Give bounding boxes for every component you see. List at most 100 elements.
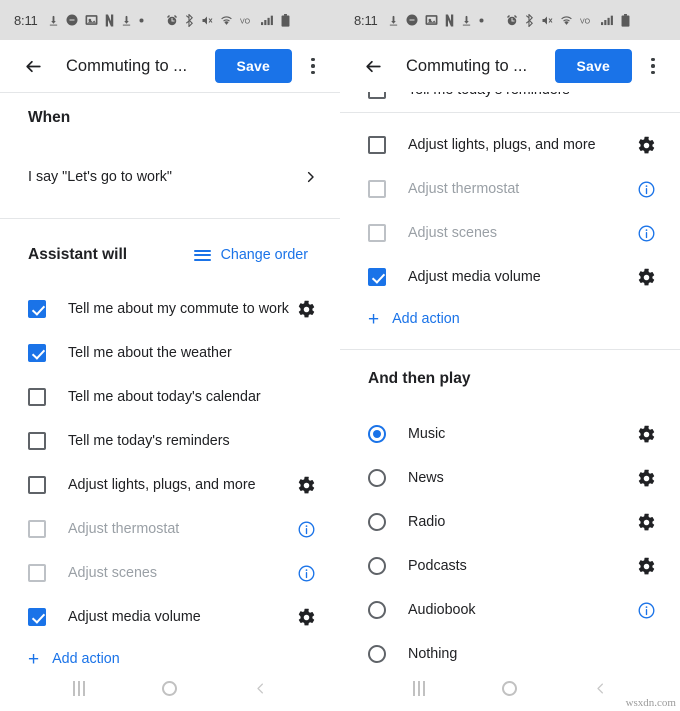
svg-text:VO: VO	[580, 18, 591, 25]
play-option-row[interactable]: Audiobook	[340, 588, 680, 632]
wifi-icon	[560, 14, 573, 27]
reorder-icon	[193, 249, 211, 261]
action-row[interactable]: Adjust scenes	[340, 211, 680, 255]
save-button[interactable]: Save	[214, 49, 292, 83]
alarm-icon	[506, 14, 518, 27]
action-label: Adjust thermostat	[68, 521, 180, 537]
play-option-radio[interactable]	[368, 557, 386, 575]
gear-icon[interactable]	[634, 466, 658, 490]
action-checkbox[interactable]	[28, 476, 46, 494]
bluetooth-icon	[185, 13, 194, 27]
action-checkbox[interactable]	[28, 344, 46, 362]
info-icon[interactable]	[634, 598, 658, 622]
add-action-label: Add action	[392, 311, 460, 327]
right-content: Tell me today's reminders Adjust lights,…	[340, 92, 680, 676]
play-option-label: Audiobook	[408, 602, 476, 618]
svg-text:VO: VO	[240, 18, 251, 25]
action-row[interactable]: Tell me about my commute to work	[0, 287, 340, 331]
download-icon	[48, 14, 59, 27]
gear-icon[interactable]	[294, 473, 318, 497]
action-row[interactable]: Adjust thermostat	[340, 167, 680, 211]
gear-icon[interactable]	[634, 133, 658, 157]
right-phone-screen: 8:11 VO Commuting to ... Save Adjust lig…	[340, 0, 680, 711]
add-action-button[interactable]: + Add action	[340, 299, 680, 339]
action-checkbox[interactable]	[28, 432, 46, 450]
status-bar-left: 8:11 VO	[0, 0, 340, 40]
back-arrow-icon[interactable]	[358, 51, 388, 81]
action-row[interactable]: Tell me today's reminders	[340, 92, 680, 112]
info-icon[interactable]	[634, 177, 658, 201]
info-icon[interactable]	[634, 221, 658, 245]
vowifi-icon: VO	[240, 15, 254, 26]
play-option-label: Radio	[408, 514, 446, 530]
action-checkbox[interactable]	[28, 608, 46, 626]
home-button[interactable]	[148, 673, 192, 703]
action-row[interactable]: Adjust lights, plugs, and more	[0, 463, 340, 507]
more-options-icon[interactable]	[298, 49, 328, 83]
action-label: Adjust scenes	[68, 565, 158, 581]
action-row[interactable]: Adjust scenes	[0, 551, 340, 595]
chat-icon	[406, 14, 418, 26]
action-row[interactable]: Tell me about the weather	[0, 331, 340, 375]
action-row[interactable]: Adjust media volume	[340, 255, 680, 299]
status-bar-clock: 8:11	[14, 12, 38, 28]
assistant-will-section-title: Assistant will	[28, 246, 128, 263]
save-button[interactable]: Save	[554, 49, 632, 83]
play-option-row[interactable]: Podcasts	[340, 544, 680, 588]
play-option-radio[interactable]	[368, 601, 386, 619]
play-option-radio[interactable]	[368, 645, 386, 663]
action-checkbox[interactable]	[368, 92, 386, 99]
play-option-radio[interactable]	[368, 469, 386, 487]
plus-icon: +	[368, 308, 380, 330]
back-arrow-icon[interactable]	[18, 51, 48, 81]
action-label: Adjust media volume	[408, 269, 541, 285]
netflix-icon	[105, 14, 114, 27]
action-row[interactable]: Tell me today's reminders	[0, 419, 340, 463]
play-option-row[interactable]: News	[340, 456, 680, 500]
play-option-row[interactable]: Music	[340, 412, 680, 456]
info-icon[interactable]	[294, 561, 318, 585]
play-option-radio[interactable]	[368, 425, 386, 443]
more-options-icon[interactable]	[638, 49, 668, 83]
action-checkbox[interactable]	[368, 268, 386, 286]
action-checkbox[interactable]	[28, 388, 46, 406]
left-content: When I say "Let's go to work" Assistant …	[0, 93, 340, 679]
gear-icon[interactable]	[294, 297, 318, 321]
nav-back-button[interactable]	[239, 673, 283, 703]
status-bar-right: 8:11 VO	[340, 0, 680, 40]
recents-button[interactable]	[397, 673, 441, 703]
gear-icon[interactable]	[634, 265, 658, 289]
screenshot-icon	[85, 14, 98, 26]
nav-back-button[interactable]	[579, 673, 623, 703]
recents-button[interactable]	[57, 673, 101, 703]
left-phone-screen: 8:11 VO Commuting to ... Save When I say…	[0, 0, 340, 711]
play-option-row[interactable]: Radio	[340, 500, 680, 544]
play-option-radio[interactable]	[368, 513, 386, 531]
and-then-play-section-title: And then play	[368, 370, 471, 387]
signal-icon	[260, 14, 274, 26]
battery-icon	[621, 13, 630, 27]
gear-icon[interactable]	[294, 605, 318, 629]
when-trigger-row[interactable]: I say "Let's go to work"	[0, 153, 340, 201]
gear-icon[interactable]	[634, 554, 658, 578]
action-row[interactable]: Adjust thermostat	[0, 507, 340, 551]
action-checkbox[interactable]	[368, 136, 386, 154]
gear-icon[interactable]	[634, 510, 658, 534]
app-bar-left: Commuting to ... Save	[0, 40, 340, 92]
action-checkbox[interactable]	[28, 300, 46, 318]
action-label: Adjust media volume	[68, 609, 201, 625]
mute-icon	[201, 14, 213, 27]
home-button[interactable]	[488, 673, 532, 703]
action-row[interactable]: Adjust media volume	[0, 595, 340, 639]
change-order-button[interactable]: Change order	[193, 247, 340, 263]
alarm-icon	[166, 14, 178, 27]
action-row[interactable]: Adjust lights, plugs, and more	[340, 123, 680, 167]
action-row[interactable]: Tell me about today's calendar	[0, 375, 340, 419]
info-icon[interactable]	[294, 517, 318, 541]
action-label: Tell me about today's calendar	[68, 389, 261, 405]
gear-icon[interactable]	[634, 422, 658, 446]
change-order-label: Change order	[220, 247, 308, 263]
